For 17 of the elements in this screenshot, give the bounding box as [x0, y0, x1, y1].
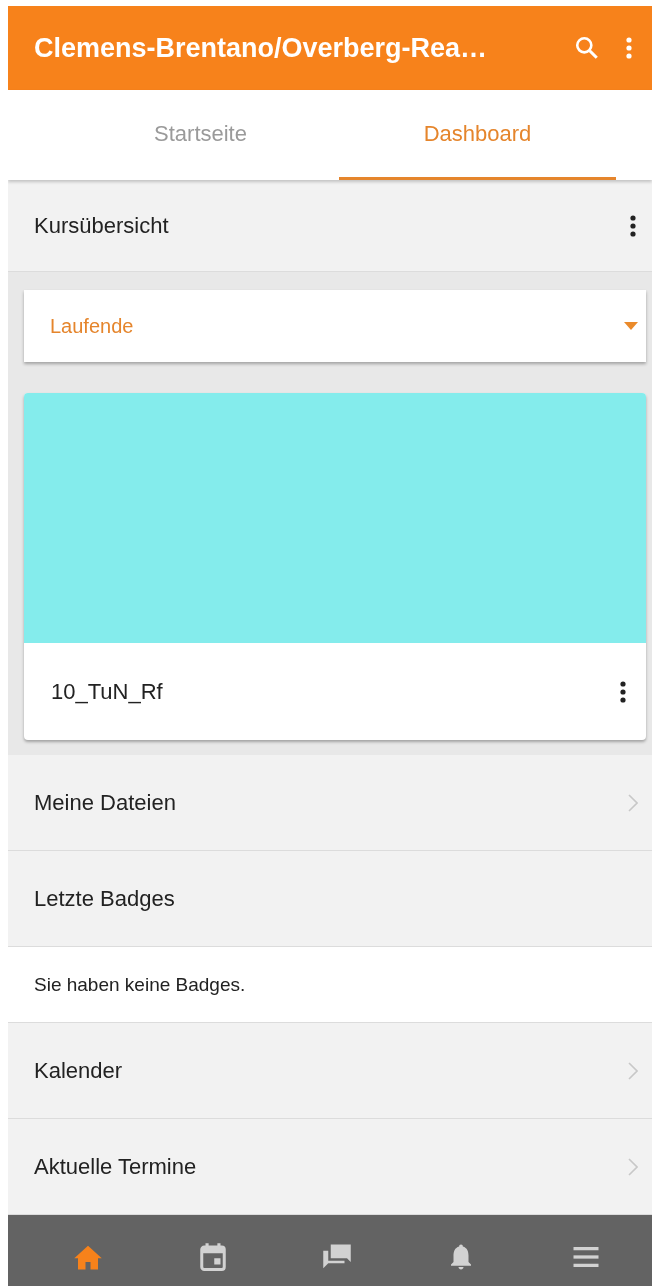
search-icon[interactable]: [574, 35, 600, 61]
chevron-right-icon: [628, 1061, 638, 1080]
more-options-icon[interactable]: [620, 680, 626, 703]
section-title: Kalender: [34, 1057, 124, 1084]
calendar-icon[interactable]: [197, 1242, 228, 1272]
section-title: Aktuelle Termine: [34, 1153, 198, 1180]
course-name[interactable]: 10_TuN_Rf: [51, 678, 620, 705]
dropdown-arrow-icon: [624, 322, 638, 330]
section-title: Letzte Badges: [34, 885, 176, 912]
chevron-right-icon: [628, 1157, 638, 1176]
chevron-right-icon: [628, 793, 638, 812]
section-title: Meine Dateien: [34, 789, 177, 816]
more-options-icon[interactable]: [630, 214, 636, 237]
empty-message: Sie haben keine Badges.: [34, 973, 246, 996]
section-title: Kursübersicht: [34, 212, 170, 239]
course-card[interactable]: 10_TuN_Rf: [24, 393, 646, 740]
app-title: Clemens-Brentano/Overberg-Rea…: [34, 32, 489, 64]
